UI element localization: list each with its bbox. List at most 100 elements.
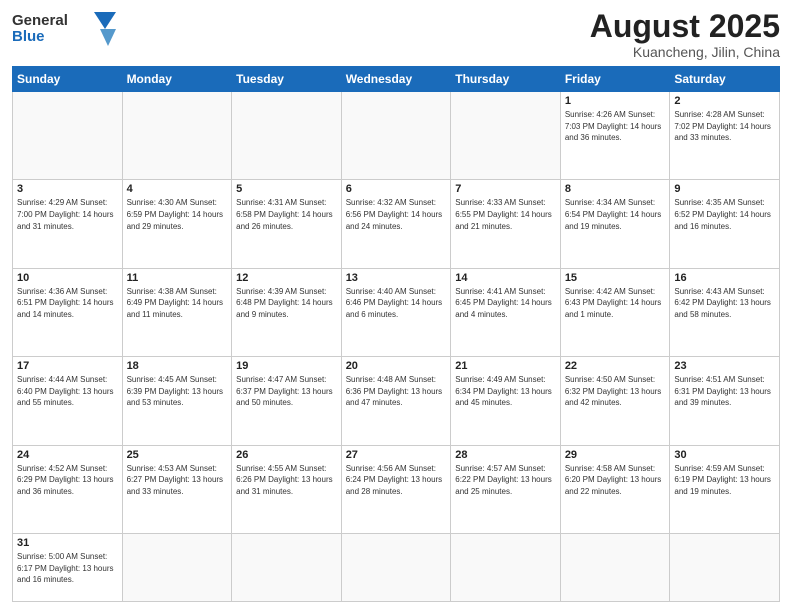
day-info: Sunrise: 4:34 AM Sunset: 6:54 PM Dayligh… (565, 197, 666, 232)
calendar-week-row-2: 10 Sunrise: 4:36 AM Sunset: 6:51 PM Dayli… (13, 268, 780, 356)
day-info: Sunrise: 4:32 AM Sunset: 6:56 PM Dayligh… (346, 197, 447, 232)
day-number: 11 (127, 272, 228, 284)
calendar-cell (560, 533, 670, 601)
day-info: Sunrise: 4:26 AM Sunset: 7:03 PM Dayligh… (565, 109, 666, 144)
calendar-cell (451, 92, 561, 180)
location: Kuancheng, Jilin, China (590, 44, 780, 60)
calendar-cell: 14Sunrise: 4:41 AM Sunset: 6:45 PM Dayli… (451, 268, 561, 356)
calendar-cell: 26Sunrise: 4:55 AM Sunset: 6:26 PM Dayli… (232, 445, 342, 533)
day-info: Sunrise: 4:51 AM Sunset: 6:31 PM Dayligh… (674, 374, 775, 409)
calendar-cell: 27Sunrise: 4:56 AM Sunset: 6:24 PM Dayli… (341, 445, 451, 533)
day-number: 1 (565, 95, 666, 107)
day-number: 22 (565, 360, 666, 372)
calendar-cell (122, 92, 232, 180)
day-info: Sunrise: 4:48 AM Sunset: 6:36 PM Dayligh… (346, 374, 447, 409)
day-info: Sunrise: 4:36 AM Sunset: 6:51 PM Dayligh… (17, 286, 118, 321)
calendar-cell: 10 Sunrise: 4:36 AM Sunset: 6:51 PM Dayli… (13, 268, 123, 356)
calendar-cell (670, 533, 780, 601)
day-number: 9 (674, 183, 775, 195)
calendar-week-row-4: 24Sunrise: 4:52 AM Sunset: 6:29 PM Dayli… (13, 445, 780, 533)
day-number: 8 (565, 183, 666, 195)
day-info: Sunrise: 4:40 AM Sunset: 6:46 PM Dayligh… (346, 286, 447, 321)
calendar-cell: 11 Sunrise: 4:38 AM Sunset: 6:49 PM Dayli… (122, 268, 232, 356)
day-number: 31 (17, 537, 118, 549)
page: GeneralBlue August 2025 Kuancheng, Jilin… (0, 0, 792, 612)
day-number: 19 (236, 360, 337, 372)
day-number: 6 (346, 183, 447, 195)
logo-blue-text: Blue (12, 29, 68, 46)
calendar-cell: 12 Sunrise: 4:39 AM Sunset: 6:48 PM Dayli… (232, 268, 342, 356)
day-number: 30 (674, 449, 775, 461)
day-number: 4 (127, 183, 228, 195)
day-info: Sunrise: 4:35 AM Sunset: 6:52 PM Dayligh… (674, 197, 775, 232)
calendar-cell (122, 533, 232, 601)
day-info: Sunrise: 4:38 AM Sunset: 6:49 PM Dayligh… (127, 286, 228, 321)
calendar-cell: 30 Sunrise: 4:59 AM Sunset: 6:19 PM Dayli… (670, 445, 780, 533)
day-info: Sunrise: 4:39 AM Sunset: 6:48 PM Dayligh… (236, 286, 337, 321)
calendar-cell: 25 Sunrise: 4:53 AM Sunset: 6:27 PM Dayli… (122, 445, 232, 533)
day-number: 25 (127, 449, 228, 461)
calendar-cell: 3Sunrise: 4:29 AM Sunset: 7:00 PM Daylig… (13, 180, 123, 268)
day-number: 3 (17, 183, 118, 195)
calendar-cell: 1 Sunrise: 4:26 AM Sunset: 7:03 PM Daylig… (560, 92, 670, 180)
calendar-table: SundayMondayTuesdayWednesdayThursdayFrid… (12, 66, 780, 602)
day-info: Sunrise: 4:50 AM Sunset: 6:32 PM Dayligh… (565, 374, 666, 409)
weekday-header-sunday: Sunday (13, 67, 123, 92)
calendar-cell: 2Sunrise: 4:28 AM Sunset: 7:02 PM Daylig… (670, 92, 780, 180)
weekday-header-thursday: Thursday (451, 67, 561, 92)
day-info: Sunrise: 4:41 AM Sunset: 6:45 PM Dayligh… (455, 286, 556, 321)
day-number: 2 (674, 95, 775, 107)
day-info: Sunrise: 4:59 AM Sunset: 6:19 PM Dayligh… (674, 463, 775, 498)
day-number: 7 (455, 183, 556, 195)
calendar-cell: 9 Sunrise: 4:35 AM Sunset: 6:52 PM Daylig… (670, 180, 780, 268)
calendar-cell: 20Sunrise: 4:48 AM Sunset: 6:36 PM Dayli… (341, 357, 451, 445)
day-info: Sunrise: 4:31 AM Sunset: 6:58 PM Dayligh… (236, 197, 337, 232)
calendar-cell: 28 Sunrise: 4:57 AM Sunset: 6:22 PM Dayli… (451, 445, 561, 533)
calendar-cell: 17Sunrise: 4:44 AM Sunset: 6:40 PM Dayli… (13, 357, 123, 445)
day-info: Sunrise: 4:58 AM Sunset: 6:20 PM Dayligh… (565, 463, 666, 498)
calendar-cell: 5Sunrise: 4:31 AM Sunset: 6:58 PM Daylig… (232, 180, 342, 268)
calendar-week-row-5: 31 Sunrise: 5:00 AM Sunset: 6:17 PM Dayli… (13, 533, 780, 601)
weekday-header-monday: Monday (122, 67, 232, 92)
logo-general-text: General (12, 13, 68, 30)
day-info: Sunrise: 5:00 AM Sunset: 6:17 PM Dayligh… (17, 551, 118, 586)
calendar-cell (451, 533, 561, 601)
calendar-cell: 6 Sunrise: 4:32 AM Sunset: 6:56 PM Daylig… (341, 180, 451, 268)
calendar-cell (232, 533, 342, 601)
day-number: 10 (17, 272, 118, 284)
calendar-cell: 13Sunrise: 4:40 AM Sunset: 6:46 PM Dayli… (341, 268, 451, 356)
day-number: 28 (455, 449, 556, 461)
day-number: 29 (565, 449, 666, 461)
day-number: 16 (674, 272, 775, 284)
calendar-week-row-0: 1 Sunrise: 4:26 AM Sunset: 7:03 PM Daylig… (13, 92, 780, 180)
calendar-cell: 19 Sunrise: 4:47 AM Sunset: 6:37 PM Dayli… (232, 357, 342, 445)
calendar-cell (341, 533, 451, 601)
day-number: 24 (17, 449, 118, 461)
day-number: 12 (236, 272, 337, 284)
header: GeneralBlue August 2025 Kuancheng, Jilin… (12, 10, 780, 60)
calendar-week-row-3: 17Sunrise: 4:44 AM Sunset: 6:40 PM Dayli… (13, 357, 780, 445)
calendar-cell: 31 Sunrise: 5:00 AM Sunset: 6:17 PM Dayli… (13, 533, 123, 601)
calendar-cell (13, 92, 123, 180)
calendar-cell: 22 Sunrise: 4:50 AM Sunset: 6:32 PM Dayli… (560, 357, 670, 445)
day-info: Sunrise: 4:47 AM Sunset: 6:37 PM Dayligh… (236, 374, 337, 409)
weekday-header-saturday: Saturday (670, 67, 780, 92)
day-number: 27 (346, 449, 447, 461)
day-info: Sunrise: 4:42 AM Sunset: 6:43 PM Dayligh… (565, 286, 666, 321)
day-number: 26 (236, 449, 337, 461)
weekday-header-row: SundayMondayTuesdayWednesdayThursdayFrid… (13, 67, 780, 92)
day-info: Sunrise: 4:33 AM Sunset: 6:55 PM Dayligh… (455, 197, 556, 232)
title-block: August 2025 Kuancheng, Jilin, China (590, 10, 780, 60)
day-info: Sunrise: 4:49 AM Sunset: 6:34 PM Dayligh… (455, 374, 556, 409)
calendar-cell: 4 Sunrise: 4:30 AM Sunset: 6:59 PM Daylig… (122, 180, 232, 268)
calendar-cell: 29 Sunrise: 4:58 AM Sunset: 6:20 PM Dayli… (560, 445, 670, 533)
day-info: Sunrise: 4:57 AM Sunset: 6:22 PM Dayligh… (455, 463, 556, 498)
day-info: Sunrise: 4:45 AM Sunset: 6:39 PM Dayligh… (127, 374, 228, 409)
day-info: Sunrise: 4:44 AM Sunset: 6:40 PM Dayligh… (17, 374, 118, 409)
day-info: Sunrise: 4:53 AM Sunset: 6:27 PM Dayligh… (127, 463, 228, 498)
day-info: Sunrise: 4:30 AM Sunset: 6:59 PM Dayligh… (127, 197, 228, 232)
calendar-cell: 23 Sunrise: 4:51 AM Sunset: 6:31 PM Dayli… (670, 357, 780, 445)
day-number: 23 (674, 360, 775, 372)
day-number: 18 (127, 360, 228, 372)
calendar-cell (232, 92, 342, 180)
